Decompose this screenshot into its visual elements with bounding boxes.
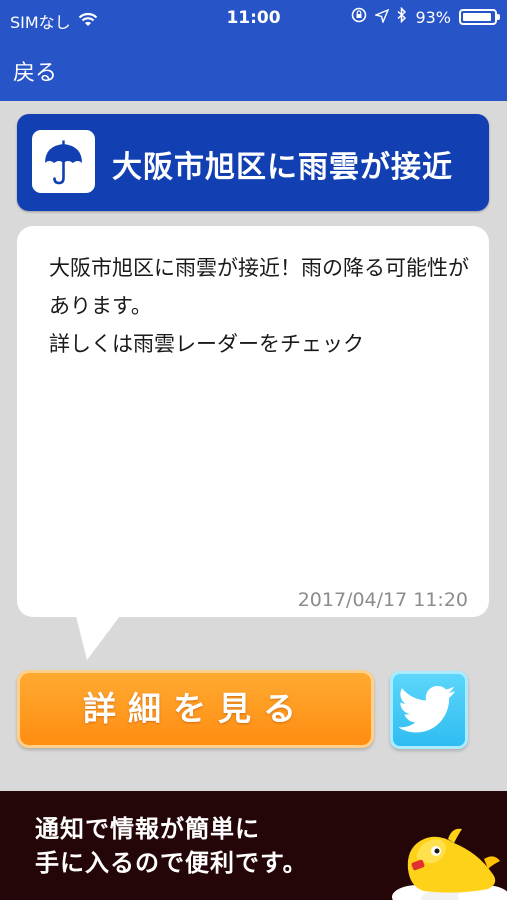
banner-text: 通知で情報が簡単に 手に入るので便利です。 — [35, 813, 308, 880]
message-bubble: 大阪市旭区に雨雲が接近！雨の降る可能性があります。 詳しくは雨雲レーダーをチェッ… — [17, 226, 489, 617]
location-icon — [374, 8, 390, 27]
battery-icon — [459, 9, 500, 25]
alert-card: 大阪市旭区に雨雲が接近 — [17, 114, 489, 211]
twitter-icon — [399, 686, 455, 733]
alert-title: 大阪市旭区に雨雲が接近 — [112, 150, 453, 185]
bluetooth-icon — [397, 6, 407, 27]
umbrella-icon — [32, 130, 95, 193]
banner-line: 通知で情報が簡単に — [35, 815, 260, 843]
battery-percent: 93% — [415, 7, 451, 27]
top-bar: SIMなし 11:00 93% 戻る — [0, 0, 507, 101]
status-right: 93% — [351, 6, 500, 27]
bubble-tail — [75, 612, 123, 660]
view-details-button[interactable]: 詳細を見る — [17, 670, 374, 748]
orientation-lock-icon — [351, 7, 367, 27]
back-button[interactable]: 戻る — [13, 55, 57, 87]
battery-fill — [463, 13, 491, 21]
message-timestamp: 2017/04/17 11:20 — [297, 589, 468, 611]
message-line: 詳しくは雨雲レーダーをチェック — [49, 331, 364, 356]
promo-banner[interactable]: 通知で情報が簡単に 手に入るので便利です。 — [0, 791, 507, 900]
message-line: 大阪市旭区に雨雲が接近！雨の降る可能性があります。 — [49, 256, 469, 318]
banner-line: 手に入るので便利です。 — [35, 848, 308, 877]
status-bar: SIMなし 11:00 93% — [0, 0, 507, 38]
twitter-share-button[interactable] — [390, 671, 468, 749]
message-body: 大阪市旭区に雨雲が接近！雨の降る可能性があります。 詳しくは雨雲レーダーをチェッ… — [49, 250, 469, 363]
mascot-illustration — [392, 828, 507, 900]
